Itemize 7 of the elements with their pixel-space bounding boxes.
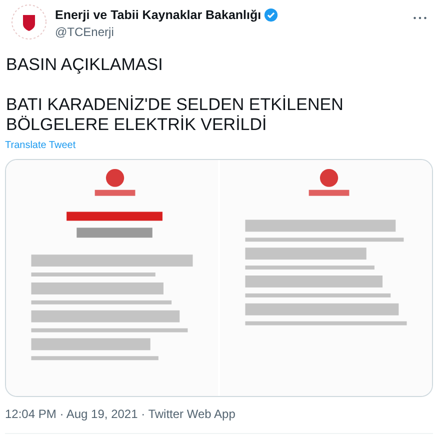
avatar-logo-icon[interactable] [11, 4, 47, 40]
tweet-text: BATI KARADENİZ'DE SELDEN ETKİLENEN BÖLGELERE ELEKTRİK VERİLDİ [6, 95, 344, 135]
more-options-icon[interactable] [413, 16, 427, 20]
tweet-timestamp[interactable]: 12:04 PM · Aug 19, 2021 · Twitter Web App [5, 407, 236, 421]
account-name[interactable]: Enerji ve Tabii Kaynaklar Bakanlığı [55, 8, 262, 22]
tweet-text: BASIN AÇIKLAMASI [6, 55, 163, 75]
account-handle[interactable]: @TCEnerji [55, 25, 114, 39]
